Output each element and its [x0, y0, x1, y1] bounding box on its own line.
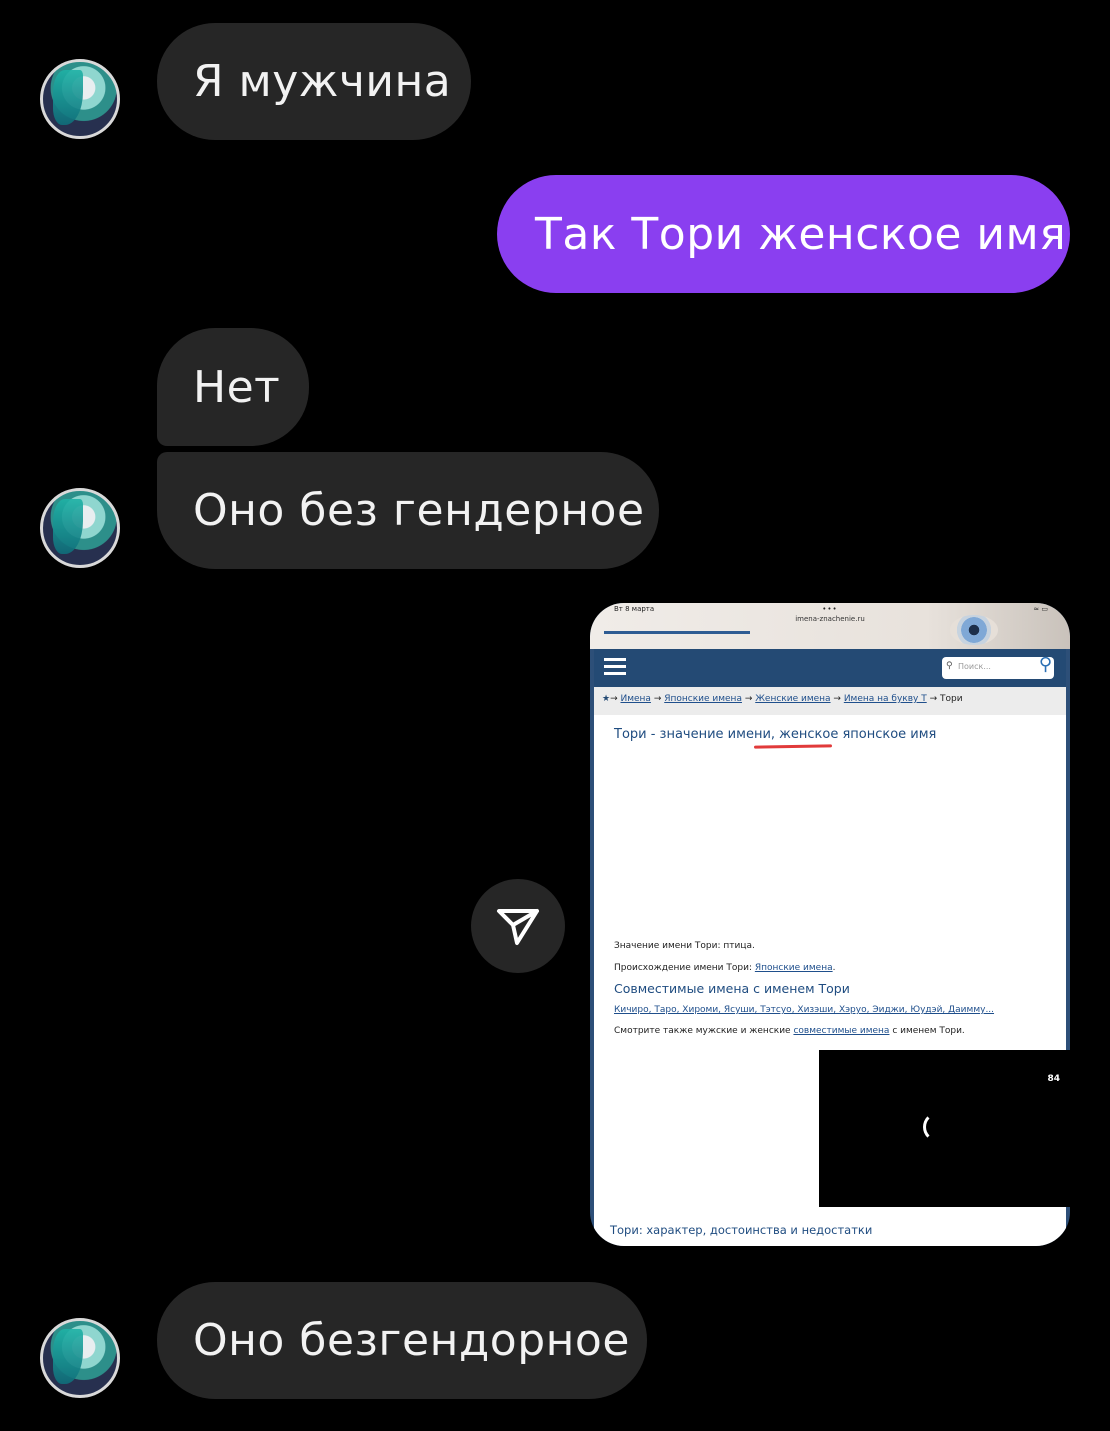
more-dots-icon: ••• [822, 605, 838, 613]
avatar[interactable] [40, 1318, 120, 1398]
compat-heading: Совместимые имена с именем Тори [614, 981, 850, 996]
message-text: Оно без гендерное [193, 485, 645, 536]
see-also-link[interactable]: совместимые имена [793, 1026, 889, 1036]
site-navbar: ⚲ Поиск... ⚲ [594, 649, 1066, 687]
breadcrumb-link[interactable]: Японские имена [664, 694, 742, 704]
header-eye-image [950, 615, 998, 645]
site-logo[interactable] [604, 617, 750, 634]
browser-status-bar: Вт 8 марта ••• imena-znachenie.ru ≈ ▭ [590, 603, 1070, 649]
breadcrumb-link[interactable]: Женские имена [755, 694, 830, 704]
breadcrumb-link[interactable]: Имена [620, 694, 650, 704]
search-button-icon[interactable]: ⚲ [1039, 654, 1052, 675]
see-also-post: с именем Тори. [889, 1026, 965, 1036]
compat-names[interactable]: Кичиро, Таро, Хироми, Ясуши, Тэтсуо, Хиз… [614, 1005, 994, 1015]
video-overlay[interactable]: 84 [819, 1050, 1070, 1207]
message-text: Оно безгендорное [193, 1315, 630, 1366]
origin-link[interactable]: Японские имена [755, 963, 833, 973]
video-counter: 84 [1047, 1074, 1060, 1084]
page-title: Тори - значение имени, женское японское … [614, 727, 937, 742]
message-text: Так Тори женское имя [535, 208, 1067, 260]
red-underline-annotation [753, 744, 833, 749]
message-bubble-incoming[interactable]: Оно безгендорное [157, 1282, 647, 1399]
section-heading: Тори: характер, достоинства и недостатки [610, 1223, 873, 1237]
loading-spinner-icon [923, 1112, 953, 1142]
share-button[interactable] [471, 879, 565, 973]
origin-text: Происхождение имени Тори: Японские имена… [614, 963, 836, 973]
search-placeholder: Поиск... [958, 662, 991, 671]
message-bubble-incoming[interactable]: Оно без гендерное [157, 452, 659, 569]
see-also-pre: Смотрите также мужские и женские [614, 1026, 794, 1036]
compat-names-links[interactable]: Кичиро, Таро, Хироми, Ясуши, Тэтсуо, Хиз… [614, 1005, 994, 1015]
search-input[interactable]: ⚲ Поиск... ⚲ [942, 654, 1054, 679]
meaning-text: Значение имени Тори: птица. [614, 941, 755, 951]
message-text: Я мужчина [193, 56, 452, 107]
avatar[interactable] [40, 59, 120, 139]
message-bubble-incoming[interactable]: Нет [157, 328, 309, 446]
menu-icon[interactable] [604, 658, 626, 676]
message-bubble-outgoing[interactable]: Так Тори женское имя [497, 175, 1070, 293]
see-also-text: Смотрите также мужские и женские совмест… [614, 1026, 965, 1036]
message-bubble-incoming[interactable]: Я мужчина [157, 23, 471, 140]
breadcrumb-current: Тори [939, 694, 963, 704]
avatar[interactable] [40, 488, 120, 568]
origin-label: Происхождение имени Тори: [614, 963, 755, 973]
message-text: Нет [193, 361, 281, 413]
wifi-battery-icon: ≈ ▭ [1033, 605, 1048, 613]
search-icon: ⚲ [946, 661, 953, 671]
breadcrumb-link[interactable]: Имена на букву Т [844, 694, 927, 704]
shared-screenshot[interactable]: Вт 8 марта ••• imena-znachenie.ru ≈ ▭ ⚲ … [590, 603, 1070, 1246]
breadcrumb: ★→ Имена → Японские имена → Женские имен… [594, 687, 1066, 715]
paper-plane-icon [497, 909, 539, 945]
star-icon[interactable]: ★ [602, 694, 610, 704]
